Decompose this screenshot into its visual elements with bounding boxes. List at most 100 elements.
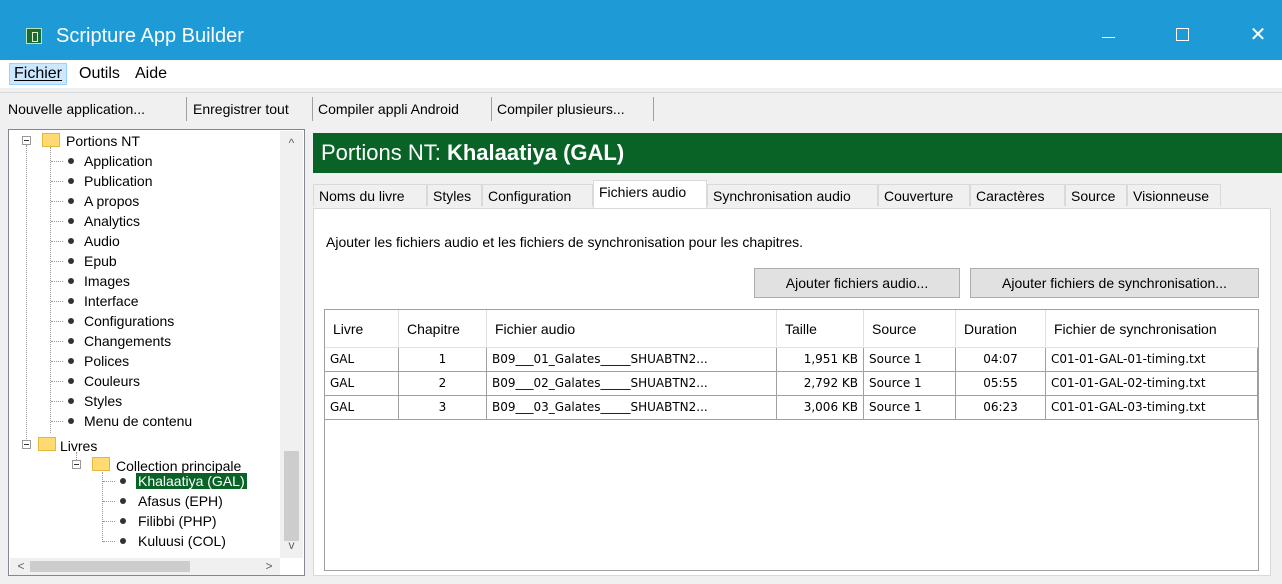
collapse-icon[interactable] <box>22 440 31 449</box>
tab-synchronisation-audio[interactable]: Synchronisation audio <box>707 184 878 206</box>
tree-item-couleurs[interactable]: Couleurs <box>84 373 140 389</box>
tree-root-portions-nt[interactable]: Portions NT <box>66 133 140 149</box>
tree-connector <box>51 381 63 382</box>
table-cell-file[interactable]: B09___03_Galates_____SHUABTN2... <box>487 396 777 420</box>
tree-item-analytics[interactable]: Analytics <box>84 213 140 229</box>
bullet-icon <box>120 478 126 484</box>
tree-connector <box>51 181 63 182</box>
tree-item-epub[interactable]: Epub <box>84 253 117 269</box>
table-cell-source[interactable]: Source 1 <box>864 372 956 396</box>
add-sync-files-button[interactable]: Ajouter fichiers de synchronisation... <box>970 268 1259 298</box>
tree-connector <box>51 341 63 342</box>
build-multiple-button[interactable]: Compiler plusieurs... <box>497 100 625 118</box>
build-android-button[interactable]: Compiler appli Android <box>318 100 459 118</box>
tree-book-php[interactable]: Filibbi (PHP) <box>138 513 217 529</box>
table-cell-size[interactable]: 3,006 KB <box>777 396 864 420</box>
folder-icon <box>42 133 60 147</box>
column-header-duration[interactable]: Duration <box>956 310 1046 348</box>
column-header-livre[interactable]: Livre <box>325 310 399 348</box>
table-cell-sync[interactable]: C01-01-GAL-01-timing.txt <box>1046 348 1258 372</box>
bullet-icon <box>68 258 74 264</box>
tree-book-col[interactable]: Kuluusi (COL) <box>138 533 226 549</box>
close-button[interactable]: ✕ <box>1238 20 1278 50</box>
tree-horizontal-scrollbar[interactable]: < > <box>10 558 280 575</box>
column-header-taille[interactable]: Taille <box>777 310 864 348</box>
table-cell-file[interactable]: B09___02_Galates_____SHUABTN2... <box>487 372 777 396</box>
tree-item-publication[interactable]: Publication <box>84 173 153 189</box>
table-cell-duration[interactable]: 05:55 <box>956 372 1046 396</box>
menu-aide[interactable]: Aide <box>131 64 171 84</box>
tab-styles[interactable]: Styles <box>427 184 482 206</box>
tab-visionneuse[interactable]: Visionneuse <box>1127 184 1221 206</box>
save-all-button[interactable]: Enregistrer tout <box>193 100 289 118</box>
new-app-button[interactable]: Nouvelle application... <box>8 100 145 118</box>
project-tree[interactable]: Portions NT Application Publication A prop… <box>8 129 305 576</box>
column-header-fichier-audio[interactable]: Fichier audio <box>487 310 777 348</box>
app-icon <box>26 28 42 44</box>
tab-caracteres[interactable]: Caractères <box>970 184 1065 206</box>
tab-couverture[interactable]: Couverture <box>878 184 970 206</box>
scroll-left-icon[interactable]: < <box>12 558 30 575</box>
scroll-thumb[interactable] <box>284 451 299 541</box>
minimize-button[interactable] <box>1088 20 1128 50</box>
table-cell-source[interactable]: Source 1 <box>864 348 956 372</box>
menu-fichier[interactable]: Fichier <box>9 63 68 85</box>
table-cell-chapter[interactable]: 3 <box>399 396 487 420</box>
tree-item-application[interactable]: Application <box>84 153 153 169</box>
maximize-button[interactable] <box>1162 20 1202 50</box>
tree-item-polices[interactable]: Polices <box>84 353 129 369</box>
tree-item-changements[interactable]: Changements <box>84 333 171 349</box>
column-header-sync-file[interactable]: Fichier de synchronisation <box>1046 310 1258 348</box>
tab-noms-du-livre[interactable]: Noms du livre <box>313 184 427 206</box>
tree-livres[interactable]: Livres <box>60 438 97 454</box>
table-cell-book[interactable]: GAL <box>325 348 399 372</box>
collapse-icon[interactable] <box>22 136 31 145</box>
scroll-down-icon[interactable]: v <box>280 535 303 555</box>
table-cell-size[interactable]: 1,951 KB <box>777 348 864 372</box>
bullet-icon <box>68 298 74 304</box>
scroll-up-icon[interactable]: ^ <box>280 133 303 153</box>
column-header-source[interactable]: Source <box>864 310 956 348</box>
table-cell-sync[interactable]: C01-01-GAL-03-timing.txt <box>1046 396 1258 420</box>
column-header-chapitre[interactable]: Chapitre <box>399 310 487 348</box>
scroll-right-icon[interactable]: > <box>260 558 278 575</box>
add-audio-files-button[interactable]: Ajouter fichiers audio... <box>754 268 960 298</box>
scroll-thumb[interactable] <box>30 561 190 572</box>
table-cell-source[interactable]: Source 1 <box>864 396 956 420</box>
tab-fichiers-audio[interactable]: Fichiers audio <box>593 180 707 208</box>
table-cell-book[interactable]: GAL <box>325 396 399 420</box>
bullet-icon <box>68 198 74 204</box>
tree-book-gal-label: Khalaatiya (GAL) <box>136 473 247 489</box>
bullet-icon <box>68 278 74 284</box>
tree-book-gal[interactable]: Khalaatiya (GAL) <box>136 473 247 489</box>
tree-connector <box>51 361 63 362</box>
table-cell-chapter[interactable]: 1 <box>399 348 487 372</box>
tab-source[interactable]: Source <box>1065 184 1127 206</box>
table-cell-duration[interactable]: 04:07 <box>956 348 1046 372</box>
tree-item-interface[interactable]: Interface <box>84 293 138 309</box>
table-cell-sync[interactable]: C01-01-GAL-02-timing.txt <box>1046 372 1258 396</box>
table-cell-size[interactable]: 2,792 KB <box>777 372 864 396</box>
window-title: Scripture App Builder <box>56 25 244 47</box>
table-cell-file[interactable]: B09___01_Galates_____SHUABTN2... <box>487 348 777 372</box>
tree-item-styles[interactable]: Styles <box>84 393 122 409</box>
panel-header: Portions NT: Khalaatiya (GAL) <box>313 133 1282 173</box>
tree-vertical-scrollbar[interactable]: ^ v <box>280 131 303 558</box>
tree-item-a-propos[interactable]: A propos <box>84 193 139 209</box>
tree-connector <box>51 201 63 202</box>
tab-configuration[interactable]: Configuration <box>482 184 593 206</box>
tree-item-configurations[interactable]: Configurations <box>84 313 174 329</box>
tree-item-images[interactable]: Images <box>84 273 130 289</box>
menu-outils[interactable]: Outils <box>75 64 124 84</box>
tree-connector <box>51 221 63 222</box>
tree-item-audio[interactable]: Audio <box>84 233 120 249</box>
tree-item-menu-de-contenu[interactable]: Menu de contenu <box>84 413 192 429</box>
tree-book-eph[interactable]: Afasus (EPH) <box>138 493 223 509</box>
table-cell-duration[interactable]: 06:23 <box>956 396 1046 420</box>
audio-files-table[interactable]: Livre Chapitre Fichier audio Taille Sour… <box>324 309 1259 571</box>
tree-collection-principale[interactable]: Collection principale <box>116 458 241 474</box>
collapse-icon[interactable] <box>72 460 81 469</box>
table-cell-book[interactable]: GAL <box>325 372 399 396</box>
table-cell-chapter[interactable]: 2 <box>399 372 487 396</box>
tree-connector <box>51 161 63 162</box>
